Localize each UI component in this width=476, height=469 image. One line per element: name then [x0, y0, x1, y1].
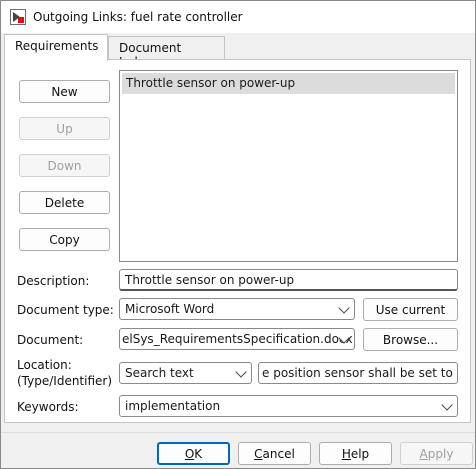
- up-button[interactable]: Up: [19, 117, 110, 140]
- copy-button[interactable]: Copy: [19, 228, 110, 251]
- chevron-down-icon: [441, 399, 453, 411]
- dialog-window: Outgoing Links: fuel rate controller Req…: [0, 0, 476, 469]
- apply-button[interactable]: Apply: [400, 442, 473, 465]
- list-item[interactable]: Throttle sensor on power-up: [122, 73, 455, 94]
- cancel-mnemonic: C: [254, 446, 263, 461]
- help-label-rest: elp: [350, 446, 370, 461]
- document-type-label: Document type:: [17, 303, 114, 317]
- ok-mnemonic: O: [184, 446, 195, 461]
- browse-button[interactable]: Browse...: [363, 328, 458, 351]
- location-identifier-field[interactable]: e position sensor shall be set to 0.: [258, 362, 458, 384]
- location-type-value: Search text: [125, 366, 194, 380]
- description-label: Description:: [17, 274, 90, 288]
- document-value: elSys_RequirementsSpecification.docx: [122, 332, 353, 346]
- cancel-button[interactable]: Cancel: [238, 442, 311, 465]
- ok-label-rest: K: [194, 446, 203, 461]
- requirements-list[interactable]: Throttle sensor on power-up: [119, 70, 458, 262]
- help-button[interactable]: Help: [319, 442, 392, 465]
- help-mnemonic: H: [341, 446, 351, 461]
- footer-divider: [1, 432, 475, 433]
- window-title: Outgoing Links: fuel rate controller: [33, 10, 243, 24]
- document-label: Document:: [17, 333, 84, 347]
- keywords-value: implementation: [125, 399, 221, 413]
- apply-label-rest: pply: [427, 446, 454, 461]
- document-select[interactable]: elSys_RequirementsSpecification.docx: [119, 328, 355, 350]
- location-label: Location:: [17, 358, 72, 372]
- tab-document-index[interactable]: Document Index: [108, 36, 225, 69]
- document-type-select[interactable]: Microsoft Word: [119, 298, 355, 320]
- ok-button[interactable]: OK: [157, 442, 230, 465]
- delete-button[interactable]: Delete: [19, 191, 110, 214]
- tab-strip: Requirements Document Index: [4, 34, 474, 69]
- new-button[interactable]: New: [19, 80, 110, 103]
- location-type-select[interactable]: Search text: [119, 362, 252, 384]
- location-sublabel: (Type/Identifier): [17, 374, 113, 388]
- chevron-down-icon: [338, 302, 350, 314]
- tab-requirements[interactable]: Requirements: [4, 34, 108, 61]
- apply-mnemonic: A: [419, 446, 428, 461]
- title-bar: Outgoing Links: fuel rate controller: [1, 1, 475, 33]
- keywords-select[interactable]: implementation: [119, 395, 458, 417]
- keywords-label: Keywords:: [17, 400, 79, 414]
- document-type-value: Microsoft Word: [125, 302, 215, 316]
- simulink-model-icon: [10, 9, 26, 25]
- chevron-down-icon: [235, 366, 247, 378]
- description-field[interactable]: Throttle sensor on power-up: [119, 269, 458, 291]
- down-button[interactable]: Down: [19, 154, 110, 177]
- use-current-button[interactable]: Use current: [363, 298, 458, 321]
- cancel-label-rest: ancel: [262, 446, 295, 461]
